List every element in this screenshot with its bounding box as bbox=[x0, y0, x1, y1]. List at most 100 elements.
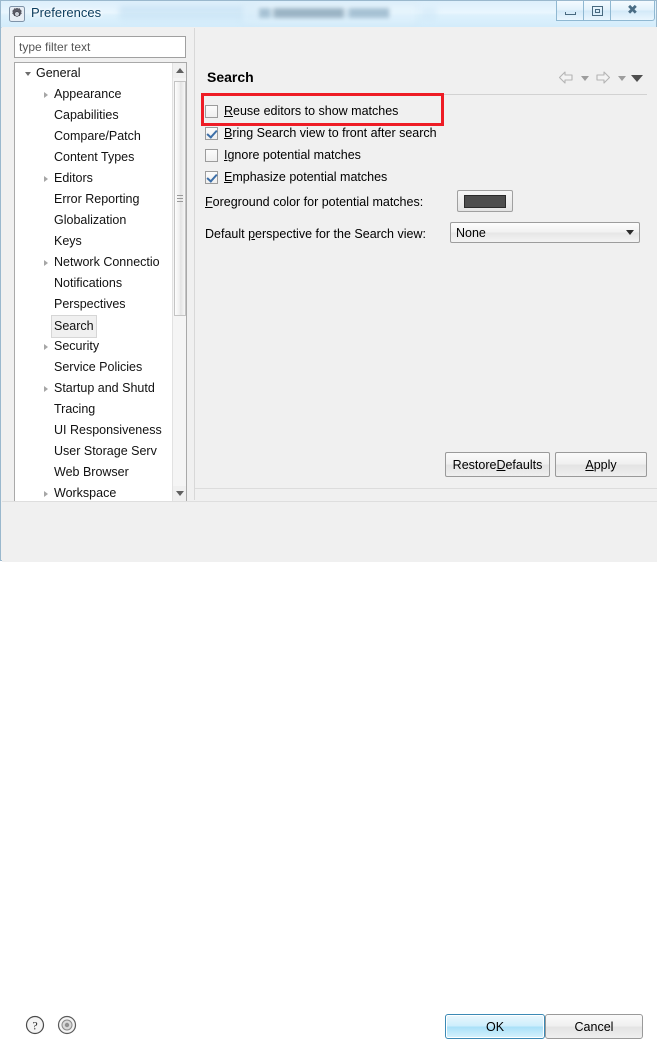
tree-item-workspace[interactable]: Workspace bbox=[15, 483, 173, 501]
tree-item-label: General bbox=[36, 66, 81, 81]
mnemonic-letter: p bbox=[248, 227, 256, 241]
checkbox-unchecked-icon[interactable] bbox=[205, 148, 218, 162]
checkbox-unchecked-icon[interactable] bbox=[205, 104, 218, 118]
tree-item-label: Workspace bbox=[54, 486, 117, 501]
page-navigation-toolbar bbox=[556, 69, 643, 87]
default-perspective-label: Default perspective for the Search view: bbox=[205, 227, 426, 241]
twisty-collapsed-icon[interactable] bbox=[39, 168, 52, 189]
tree-vertical-scrollbar[interactable] bbox=[172, 63, 186, 501]
scroll-down-button[interactable] bbox=[173, 486, 186, 501]
triangle-down-icon bbox=[176, 491, 184, 496]
option-emphasize-potential-matches[interactable]: Emphasize potential matches bbox=[205, 168, 387, 186]
help-question-icon[interactable]: ? bbox=[25, 1015, 45, 1035]
tree-item-label: UI Responsiveness bbox=[54, 423, 162, 438]
tree-item-security[interactable]: Security bbox=[15, 336, 173, 357]
tree-item-label: Search bbox=[51, 315, 97, 338]
forward-button[interactable] bbox=[593, 69, 613, 87]
tree-item-general[interactable]: General bbox=[15, 63, 173, 84]
preference-page-search: Search Reuse editors to show matches Bri… bbox=[194, 28, 657, 500]
page-title: Search bbox=[207, 69, 254, 85]
close-icon: ✖ bbox=[627, 3, 638, 18]
cancel-button[interactable]: Cancel bbox=[545, 1014, 643, 1039]
combobox-value: None bbox=[456, 225, 486, 240]
label-text: oreground color for potential matches: bbox=[212, 195, 424, 209]
tree-item-label: Startup and Shutd bbox=[54, 381, 155, 396]
tree-item-service-policies[interactable]: Service Policies bbox=[15, 357, 173, 378]
tree-item-label: Notifications bbox=[54, 276, 123, 291]
tree-item-label: Globalization bbox=[54, 213, 127, 228]
chevron-down-icon bbox=[630, 74, 643, 82]
ok-button[interactable]: OK bbox=[445, 1014, 545, 1039]
tree-item-label: Keys bbox=[54, 234, 82, 249]
scroll-up-button[interactable] bbox=[173, 63, 186, 78]
background-editor-tab-blurred bbox=[119, 6, 259, 21]
tree-item-startup-and-shutd[interactable]: Startup and Shutd bbox=[15, 378, 173, 399]
option-ignore-potential-matches[interactable]: Ignore potential matches bbox=[205, 146, 361, 164]
foreground-color-label: Foreground color for potential matches: bbox=[205, 195, 423, 209]
tree-item-label: Web Browser bbox=[54, 465, 129, 480]
tree-item-user-storage-serv[interactable]: User Storage Serv bbox=[15, 441, 173, 462]
filter-input[interactable] bbox=[14, 36, 186, 58]
forward-history-dropdown[interactable] bbox=[615, 69, 628, 87]
forward-arrow-icon bbox=[596, 71, 611, 84]
tree-item-appearance[interactable]: Appearance bbox=[15, 84, 173, 105]
apply-button[interactable]: Apply bbox=[555, 452, 647, 477]
close-button[interactable]: ✖ bbox=[610, 1, 655, 21]
twisty-collapsed-icon[interactable] bbox=[39, 84, 52, 105]
tree-item-perspectives[interactable]: Perspectives bbox=[15, 294, 173, 315]
tree-item-editors[interactable]: Editors bbox=[15, 168, 173, 189]
tree-item-label: Content Types bbox=[54, 150, 135, 165]
back-history-dropdown[interactable] bbox=[578, 69, 591, 87]
tree-item-compare-patch[interactable]: Compare/Patch bbox=[15, 126, 173, 147]
vertical-scrollbar-thumb[interactable] bbox=[174, 81, 186, 316]
tree-item-globalization[interactable]: Globalization bbox=[15, 210, 173, 231]
tree-item-keys[interactable]: Keys bbox=[15, 231, 173, 252]
minimize-icon bbox=[564, 11, 576, 15]
tree-item-capabilities[interactable]: Capabilities bbox=[15, 105, 173, 126]
tree-item-tracing[interactable]: Tracing bbox=[15, 399, 173, 420]
tree-item-label: Tracing bbox=[54, 402, 96, 417]
chevron-down-icon bbox=[626, 230, 634, 235]
tree-item-web-browser[interactable]: Web Browser bbox=[15, 462, 173, 483]
option-reuse-editors-to-show-matches[interactable]: Reuse editors to show matches bbox=[205, 102, 398, 120]
checkbox-checked-icon[interactable] bbox=[205, 170, 218, 184]
twisty-expanded-icon[interactable] bbox=[21, 63, 34, 84]
tree-item-label: Service Policies bbox=[54, 360, 143, 375]
restore-defaults-button[interactable]: Restore Defaults bbox=[445, 452, 550, 477]
maximize-button[interactable] bbox=[583, 1, 611, 21]
twisty-collapsed-icon[interactable] bbox=[39, 483, 52, 501]
chevron-down-icon bbox=[580, 75, 589, 81]
tree-item-search[interactable]: Search bbox=[15, 315, 173, 338]
tree-item-label: Network Connectio bbox=[54, 255, 160, 270]
record-circle-icon[interactable] bbox=[57, 1015, 77, 1035]
option-bring-search-view-to-front-after-search[interactable]: Bring Search view to front after search bbox=[205, 124, 437, 142]
back-button[interactable] bbox=[556, 69, 576, 87]
triangle-up-icon bbox=[176, 68, 184, 73]
back-arrow-icon bbox=[558, 71, 573, 84]
tree-item-ui-responsiveness[interactable]: UI Responsiveness bbox=[15, 420, 173, 441]
twisty-collapsed-icon[interactable] bbox=[39, 378, 52, 399]
minimize-button[interactable] bbox=[556, 1, 584, 21]
dialog-footer: ? OK Cancel bbox=[2, 501, 657, 1039]
twisty-collapsed-icon[interactable] bbox=[39, 336, 52, 357]
pane-separator bbox=[195, 488, 657, 489]
background-editor-tab-close-blurred bbox=[421, 7, 437, 21]
option-label: Reuse editors to show matches bbox=[224, 104, 399, 118]
foreground-color-button[interactable] bbox=[457, 190, 513, 212]
tree-item-error-reporting[interactable]: Error Reporting bbox=[15, 189, 173, 210]
preferences-gear-icon bbox=[9, 6, 25, 22]
tree-item-content-types[interactable]: Content Types bbox=[15, 147, 173, 168]
preferences-tree[interactable]: General Appearance Capabilities Compare/Pat… bbox=[15, 63, 173, 501]
page-view-menu-button[interactable] bbox=[630, 69, 643, 87]
label-text-before: Default bbox=[205, 227, 249, 241]
default-perspective-combobox[interactable]: None bbox=[450, 222, 640, 243]
option-label: Ignore potential matches bbox=[224, 148, 361, 162]
tree-item-network-connectio[interactable]: Network Connectio bbox=[15, 252, 173, 273]
button-label: Cancel bbox=[574, 1019, 614, 1034]
tree-item-label: Appearance bbox=[54, 87, 122, 102]
mnemonic-letter: A bbox=[585, 457, 594, 472]
tree-item-notifications[interactable]: Notifications bbox=[15, 273, 173, 294]
button-label-after: efaults bbox=[505, 457, 543, 472]
twisty-collapsed-icon[interactable] bbox=[39, 252, 52, 273]
checkbox-checked-icon[interactable] bbox=[205, 126, 218, 140]
